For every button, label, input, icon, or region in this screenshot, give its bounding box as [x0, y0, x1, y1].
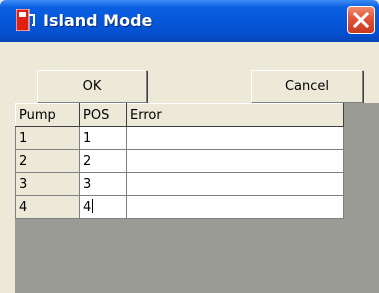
error-cell[interactable] [126, 149, 344, 173]
cancel-button[interactable]: Cancel [251, 70, 363, 103]
grid-header-row: Pump POS Error [15, 103, 344, 127]
table-row: 1 1 [15, 126, 344, 150]
text-caret [92, 199, 94, 213]
ok-button[interactable]: OK [37, 70, 147, 103]
error-cell[interactable] [126, 195, 344, 219]
window-title: Island Mode [43, 11, 153, 30]
table-row: 2 2 [15, 149, 344, 173]
column-header-pos[interactable]: POS [79, 103, 127, 127]
pump-grid: Pump POS Error 1 1 2 2 3 3 4 4 [15, 103, 344, 219]
pump-app-icon [16, 9, 35, 31]
error-cell[interactable] [126, 172, 344, 196]
pos-cell[interactable]: 3 [79, 172, 127, 196]
title-bar[interactable]: Island Mode [0, 0, 379, 42]
pos-cell[interactable]: 2 [79, 149, 127, 173]
pos-cell-editing[interactable]: 4 [79, 195, 127, 219]
pos-cell-value: 4 [83, 200, 92, 215]
pos-cell[interactable]: 1 [79, 126, 127, 150]
row-header-pump[interactable]: 2 [15, 149, 80, 173]
column-header-error[interactable]: Error [126, 103, 344, 127]
close-button[interactable] [347, 6, 375, 34]
row-header-pump[interactable]: 1 [15, 126, 80, 150]
row-header-pump[interactable]: 4 [15, 195, 80, 219]
error-cell[interactable] [126, 126, 344, 150]
column-header-pump[interactable]: Pump [15, 103, 80, 127]
table-row: 4 4 [15, 195, 344, 219]
close-icon [353, 12, 369, 28]
row-header-pump[interactable]: 3 [15, 172, 80, 196]
table-row: 3 3 [15, 172, 344, 196]
